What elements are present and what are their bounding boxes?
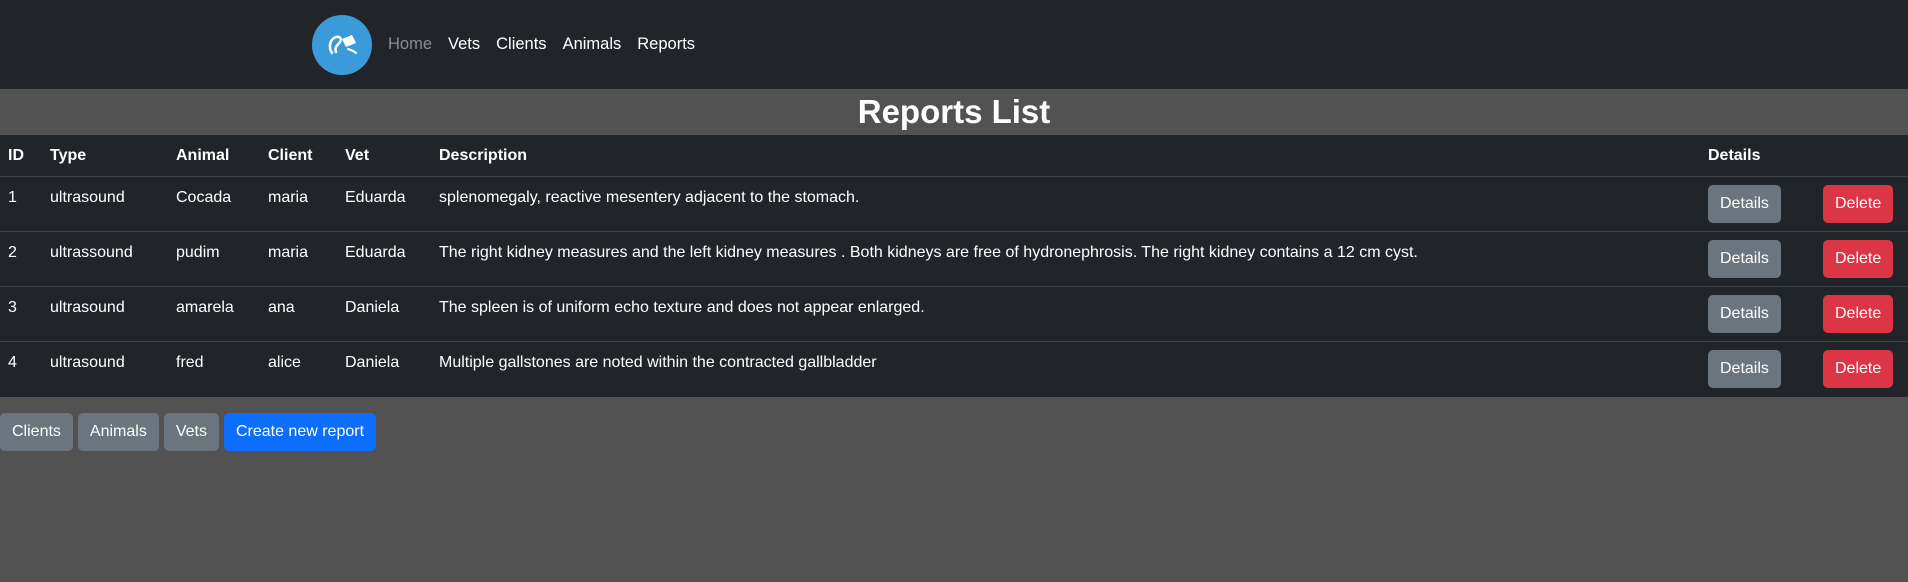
nav-link-vets[interactable]: Vets: [448, 35, 480, 54]
cell-delete: Delete: [1815, 177, 1908, 232]
cell-client: ana: [268, 299, 295, 316]
details-button[interactable]: Details: [1708, 240, 1781, 278]
cell-description: splenomegaly, reactive mesentery adjacen…: [439, 189, 860, 206]
cell-client: maria: [268, 244, 309, 261]
nav-link-animals[interactable]: Animals: [563, 35, 622, 54]
details-button[interactable]: Details: [1708, 350, 1781, 388]
nav-link-home[interactable]: Home: [388, 35, 432, 54]
cell-animal: fred: [176, 354, 204, 371]
header-description: Description: [431, 135, 1700, 177]
details-button[interactable]: Details: [1708, 295, 1781, 333]
cell-client: maria: [268, 189, 309, 206]
cell-animal: pudim: [176, 244, 220, 261]
cell-description: The right kidney measures and the left k…: [439, 244, 1418, 261]
cell-vet: Daniela: [345, 354, 400, 371]
cell-vet: Eduarda: [345, 189, 406, 206]
header-details: Details: [1700, 135, 1815, 177]
cell-type: ultrassound: [50, 244, 133, 261]
cell-type: ultrasound: [50, 354, 125, 371]
navbar: Home Vets Clients Animals Reports: [0, 0, 1908, 89]
cell-id: 1: [8, 189, 17, 206]
table-row: 4 ultrasound fred alice Daniela Multiple…: [0, 342, 1908, 397]
delete-button[interactable]: Delete: [1823, 350, 1894, 388]
cell-delete: Delete: [1815, 342, 1908, 397]
delete-button[interactable]: Delete: [1823, 185, 1894, 223]
table-row: 2 ultrassound pudim maria Eduarda The ri…: [0, 232, 1908, 287]
cell-delete: Delete: [1815, 232, 1908, 287]
header-client: Client: [260, 135, 337, 177]
header-type: Type: [42, 135, 168, 177]
cell-animal: amarela: [176, 299, 234, 316]
nav-links: Home Vets Clients Animals Reports: [388, 35, 711, 54]
cell-details: Details: [1700, 342, 1815, 397]
cell-id: 3: [8, 299, 17, 316]
nav-link-clients[interactable]: Clients: [496, 35, 546, 54]
cell-details: Details: [1700, 232, 1815, 287]
reports-table: ID Type Animal Client Vet Description De…: [0, 135, 1908, 397]
title-bar: Reports List: [0, 89, 1908, 135]
nav-link-reports[interactable]: Reports: [637, 35, 695, 54]
header-id: ID: [0, 135, 42, 177]
cell-description: Multiple gallstones are noted within the…: [439, 354, 877, 371]
table-row: 1 ultrasound Cocada maria Eduarda spleno…: [0, 177, 1908, 232]
table-header-row: ID Type Animal Client Vet Description De…: [0, 135, 1908, 177]
header-vet: Vet: [337, 135, 431, 177]
animals-button[interactable]: Animals: [77, 412, 159, 451]
cell-client: alice: [268, 354, 301, 371]
table-row: 3 ultrasound amarela ana Daniela The spl…: [0, 287, 1908, 342]
create-new-report-button[interactable]: Create new report: [223, 412, 377, 451]
cell-details: Details: [1700, 177, 1815, 232]
bottom-actions: Clients Animals Vets Create new report: [0, 397, 1908, 451]
ultrasound-logo-icon[interactable]: [312, 14, 372, 75]
cell-type: ultrasound: [50, 299, 125, 316]
cell-details: Details: [1700, 287, 1815, 342]
page-title: Reports List: [857, 93, 1051, 130]
details-button[interactable]: Details: [1708, 185, 1781, 223]
delete-button[interactable]: Delete: [1823, 295, 1894, 333]
cell-id: 2: [8, 244, 17, 261]
header-animal: Animal: [168, 135, 260, 177]
cell-type: ultrasound: [50, 189, 125, 206]
cell-vet: Daniela: [345, 299, 400, 316]
cell-vet: Eduarda: [345, 244, 406, 261]
header-actions: [1815, 135, 1908, 177]
vets-button[interactable]: Vets: [163, 412, 219, 451]
cell-animal: Cocada: [176, 189, 232, 206]
delete-button[interactable]: Delete: [1823, 240, 1894, 278]
cell-description: The spleen is of uniform echo texture an…: [439, 299, 925, 316]
cell-delete: Delete: [1815, 287, 1908, 342]
cell-id: 4: [8, 354, 17, 371]
clients-button[interactable]: Clients: [0, 412, 73, 451]
